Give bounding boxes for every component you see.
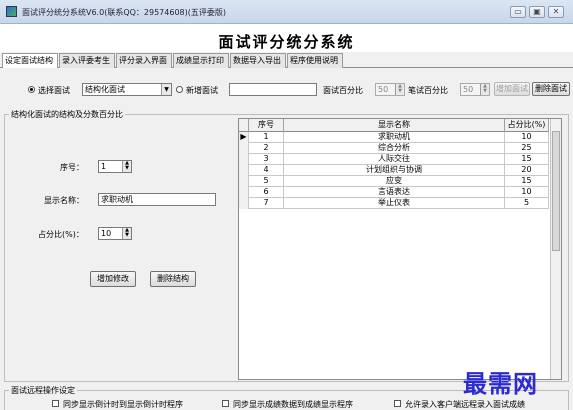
- row-selector[interactable]: ▶: [239, 132, 249, 143]
- cell-pct[interactable]: 10: [505, 187, 549, 198]
- row-selector[interactable]: [239, 198, 249, 209]
- watermark-logo: 最需网: [463, 369, 538, 398]
- select-interview-radio[interactable]: [28, 86, 35, 93]
- pct-stepper[interactable]: 10 ▲ ▼: [98, 227, 132, 240]
- new-interview-label: 新增面试: [186, 86, 218, 95]
- column-header-name[interactable]: 显示名称: [284, 119, 505, 132]
- pct-label: 占分比(%)：: [38, 230, 84, 239]
- allow-remote-entry-label: 允许录入客户端远程录入面试成绩: [405, 400, 525, 409]
- close-button[interactable]: ✕: [548, 6, 564, 18]
- tab-score-entry[interactable]: 评分录入界面: [116, 53, 172, 68]
- table-header: 序号 显示名称 占分比(%): [239, 119, 549, 132]
- display-name-label: 显示名称：: [44, 196, 84, 205]
- row-selector[interactable]: [239, 165, 249, 176]
- cell-seq[interactable]: 5: [249, 176, 284, 187]
- minimize-button[interactable]: ▭: [510, 6, 526, 18]
- add-modify-button[interactable]: 增加修改: [90, 271, 136, 287]
- table-row[interactable]: 3 人际交往 15: [239, 154, 549, 165]
- window-title: 面试评分统分系统V6.0(联系QQ：29574608)(五评委版): [22, 8, 226, 17]
- spinner-icon[interactable]: ▲ ▼: [395, 84, 404, 95]
- spinner-icon[interactable]: ▲ ▼: [480, 84, 489, 95]
- seq-stepper[interactable]: 1 ▲ ▼: [98, 160, 132, 173]
- app-banner: 面试评分统分系统: [0, 24, 573, 52]
- cell-seq[interactable]: 7: [249, 198, 284, 209]
- cell-seq[interactable]: 6: [249, 187, 284, 198]
- allow-remote-entry-checkbox[interactable]: [394, 400, 401, 407]
- vertical-scrollbar[interactable]: [550, 119, 561, 379]
- delete-structure-button[interactable]: 删除结构: [150, 271, 196, 287]
- written-pct-stepper[interactable]: 50 ▲ ▼: [460, 83, 490, 96]
- cell-seq[interactable]: 1: [249, 132, 284, 143]
- written-pct-value: 50: [463, 85, 474, 94]
- cell-seq[interactable]: 4: [249, 165, 284, 176]
- add-interview-button[interactable]: 增加面试: [494, 82, 530, 96]
- cell-seq[interactable]: 3: [249, 154, 284, 165]
- interview-select-value: 结构化面试: [85, 85, 125, 94]
- interview-pct-stepper[interactable]: 50 ▲ ▼: [375, 83, 405, 96]
- cell-name[interactable]: 人际交往: [284, 154, 505, 165]
- tab-enter-judges[interactable]: 录入评委考生: [59, 53, 115, 68]
- cell-pct[interactable]: 10: [505, 132, 549, 143]
- interview-pct-label: 面试百分比: [323, 86, 363, 95]
- sync-countdown-label: 同步显示倒计时到显示倒计时程序: [63, 400, 183, 409]
- sync-score-label: 同步显示成绩数据到成绩显示程序: [233, 400, 353, 409]
- tab-score-display[interactable]: 成绩显示打印: [173, 53, 229, 68]
- row-selector[interactable]: [239, 143, 249, 154]
- interview-select[interactable]: 结构化面试 ▼: [82, 83, 172, 96]
- structure-group-title: 结构化面试的结构及分数百分比: [9, 109, 125, 120]
- spinner-icon[interactable]: ▲ ▼: [122, 228, 131, 239]
- cell-name[interactable]: 综合分析: [284, 143, 505, 154]
- interview-toolbar: 选择面试 结构化面试 ▼ 新增面试 面试百分比 50 ▲ ▼ 笔试百分比 50 ▲…: [0, 68, 573, 110]
- maximize-button[interactable]: ▣: [529, 6, 545, 18]
- remote-settings-title: 面试远程操作设定: [9, 385, 77, 396]
- cell-seq[interactable]: 2: [249, 143, 284, 154]
- app-title: 面试评分统分系统: [218, 33, 355, 51]
- seq-label: 序号：: [60, 163, 84, 172]
- sync-countdown-checkbox[interactable]: [52, 400, 59, 407]
- tab-bar: 设定面试结构 录入评委考生 评分录入界面 成绩显示打印 数据导入导出 程序使用说…: [0, 52, 573, 69]
- table-row[interactable]: 2 综合分析 25: [239, 143, 549, 154]
- table-row[interactable]: 4 计划组织与协调 20: [239, 165, 549, 176]
- structure-table[interactable]: 序号 显示名称 占分比(%) ▶ 1 求职动机 10 2 综合分析 25 3 人际交往 15 4 计划…: [238, 118, 562, 380]
- table-row[interactable]: ▶ 1 求职动机 10: [239, 132, 549, 143]
- chevron-down-icon[interactable]: ▼: [161, 84, 171, 95]
- cell-pct[interactable]: 5: [505, 198, 549, 209]
- delete-interview-button[interactable]: 删除面试: [532, 82, 570, 96]
- select-interview-label: 选择面试: [38, 86, 70, 95]
- cell-pct[interactable]: 25: [505, 143, 549, 154]
- spinner-icon[interactable]: ▲ ▼: [122, 161, 131, 172]
- cell-pct[interactable]: 15: [505, 176, 549, 187]
- column-header-pct[interactable]: 占分比(%): [505, 119, 549, 132]
- cell-pct[interactable]: 15: [505, 154, 549, 165]
- tab-import-export[interactable]: 数据导入导出: [230, 53, 286, 68]
- app-icon: [6, 6, 17, 17]
- tab-setup-structure[interactable]: 设定面试结构: [2, 53, 58, 69]
- interview-pct-value: 50: [378, 85, 389, 94]
- row-header-corner: [239, 119, 249, 132]
- table-row[interactable]: 7 举止仪表 5: [239, 198, 549, 209]
- scrollbar-thumb[interactable]: [552, 131, 560, 251]
- row-selector[interactable]: [239, 154, 249, 165]
- table-row[interactable]: 6 言语表达 10: [239, 187, 549, 198]
- written-pct-label: 笔试百分比: [408, 86, 448, 95]
- cell-pct[interactable]: 20: [505, 165, 549, 176]
- cell-name[interactable]: 应变: [284, 176, 505, 187]
- seq-value: 1: [101, 162, 107, 171]
- table-row[interactable]: 5 应变 15: [239, 176, 549, 187]
- window-titlebar: 面试评分统分系统V6.0(联系QQ：29574608)(五评委版) ▭ ▣ ✕: [0, 0, 573, 24]
- column-header-seq[interactable]: 序号: [249, 119, 284, 132]
- cell-name[interactable]: 举止仪表: [284, 198, 505, 209]
- sync-score-checkbox[interactable]: [222, 400, 229, 407]
- cell-name[interactable]: 计划组织与协调: [284, 165, 505, 176]
- display-name-input[interactable]: 求职动机: [98, 193, 216, 206]
- row-selector[interactable]: [239, 187, 249, 198]
- new-interview-radio[interactable]: [176, 86, 183, 93]
- row-selector[interactable]: [239, 176, 249, 187]
- pct-value: 10: [101, 229, 112, 238]
- tab-instructions[interactable]: 程序使用说明: [287, 53, 343, 68]
- cell-name[interactable]: 言语表达: [284, 187, 505, 198]
- new-interview-input[interactable]: [229, 83, 317, 96]
- cell-name[interactable]: 求职动机: [284, 132, 505, 143]
